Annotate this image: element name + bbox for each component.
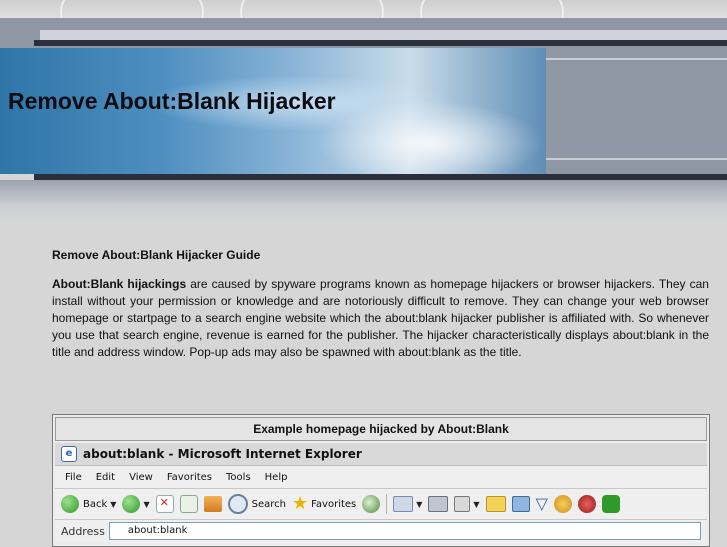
messenger-button[interactable]	[601, 495, 620, 513]
menu-tools[interactable]: Tools	[226, 472, 251, 483]
toolbar-separator	[386, 494, 388, 514]
banner-line	[546, 158, 727, 160]
menu-help[interactable]: Help	[265, 472, 288, 483]
ie-menu-bar: File Edit View Favorites Tools Help	[55, 466, 707, 489]
edit-icon	[454, 496, 471, 512]
spyware-button[interactable]	[577, 495, 596, 513]
guide-heading: Remove About:Blank Hijacker Guide	[52, 248, 261, 262]
forward-button[interactable]: ▼	[122, 495, 150, 513]
address-label: Address	[61, 524, 105, 538]
back-button[interactable]: Back ▼	[61, 495, 116, 513]
media-button[interactable]	[362, 495, 381, 513]
back-label: Back	[83, 498, 108, 510]
folder-button[interactable]	[485, 496, 506, 512]
menu-edit[interactable]: Edit	[96, 472, 115, 483]
ie-logo-icon: e	[61, 446, 77, 462]
folder-icon	[485, 496, 506, 512]
intro-bold-term: About:Blank hijackings	[52, 277, 187, 291]
search-label: Search	[251, 498, 286, 510]
intro-paragraph: About:Blank hijackings are caused by spy…	[52, 276, 709, 361]
home-icon	[203, 496, 222, 512]
favorites-star-icon: ★	[291, 493, 309, 514]
example-screenshot: Example homepage hijacked by About:Blank…	[52, 414, 710, 547]
search-icon	[227, 494, 248, 514]
banner-frame-lower	[0, 180, 727, 220]
filter-button[interactable]: ▽	[536, 495, 548, 513]
edit-button[interactable]: ▼	[454, 496, 480, 512]
stop-button[interactable]	[155, 495, 174, 513]
print-icon	[428, 496, 449, 512]
print-button[interactable]	[428, 496, 449, 512]
search-button[interactable]: Search	[227, 494, 286, 514]
favorites-label: Favorites	[311, 498, 357, 510]
home-button[interactable]	[203, 496, 222, 512]
banner-line	[546, 58, 727, 60]
ie-address-bar: Address about:blank	[55, 520, 707, 542]
article: Remove About:Blank Hijacker Guide About:…	[52, 248, 709, 361]
menu-view[interactable]: View	[129, 472, 153, 483]
stop-icon	[155, 495, 174, 513]
addon-button[interactable]	[553, 495, 572, 513]
dropdown-arrow-icon: ▼	[143, 499, 150, 509]
forward-arrow-icon	[122, 495, 141, 513]
dropdown-arrow-icon: ▼	[416, 499, 423, 509]
ie-title-bar: e about:blank - Microsoft Internet Explo…	[55, 443, 707, 466]
dropdown-arrow-icon: ▼	[473, 499, 480, 509]
refresh-icon	[179, 495, 198, 513]
messenger-icon	[601, 495, 620, 513]
dropdown-arrow-icon: ▼	[110, 499, 117, 509]
address-input[interactable]: about:blank	[108, 522, 701, 540]
banner-stripe-top	[34, 40, 727, 46]
menu-file[interactable]: File	[65, 472, 82, 483]
refresh-button[interactable]	[179, 495, 198, 513]
media-icon	[362, 495, 381, 513]
favorites-button[interactable]: ★ Favorites	[292, 495, 356, 513]
triangle-icon: ▽	[535, 494, 548, 513]
addon-icon	[553, 495, 572, 513]
ie-window-title: about:blank - Microsoft Internet Explore…	[83, 447, 362, 461]
ie-toolbar: Back ▼ ▼ Search ★ Favorites ▼ ▼	[55, 489, 707, 520]
example-caption: Example homepage hijacked by About:Blank	[55, 417, 707, 441]
page-title: Remove About:Blank Hijacker	[8, 88, 336, 114]
mail-icon	[393, 496, 414, 512]
back-arrow-icon	[61, 495, 79, 513]
spyware-icon	[577, 495, 596, 513]
network-button[interactable]	[511, 496, 530, 512]
menu-favorites[interactable]: Favorites	[167, 472, 212, 483]
banner-frame-right	[546, 48, 727, 174]
network-icon	[511, 496, 530, 512]
mail-button[interactable]: ▼	[393, 496, 422, 512]
